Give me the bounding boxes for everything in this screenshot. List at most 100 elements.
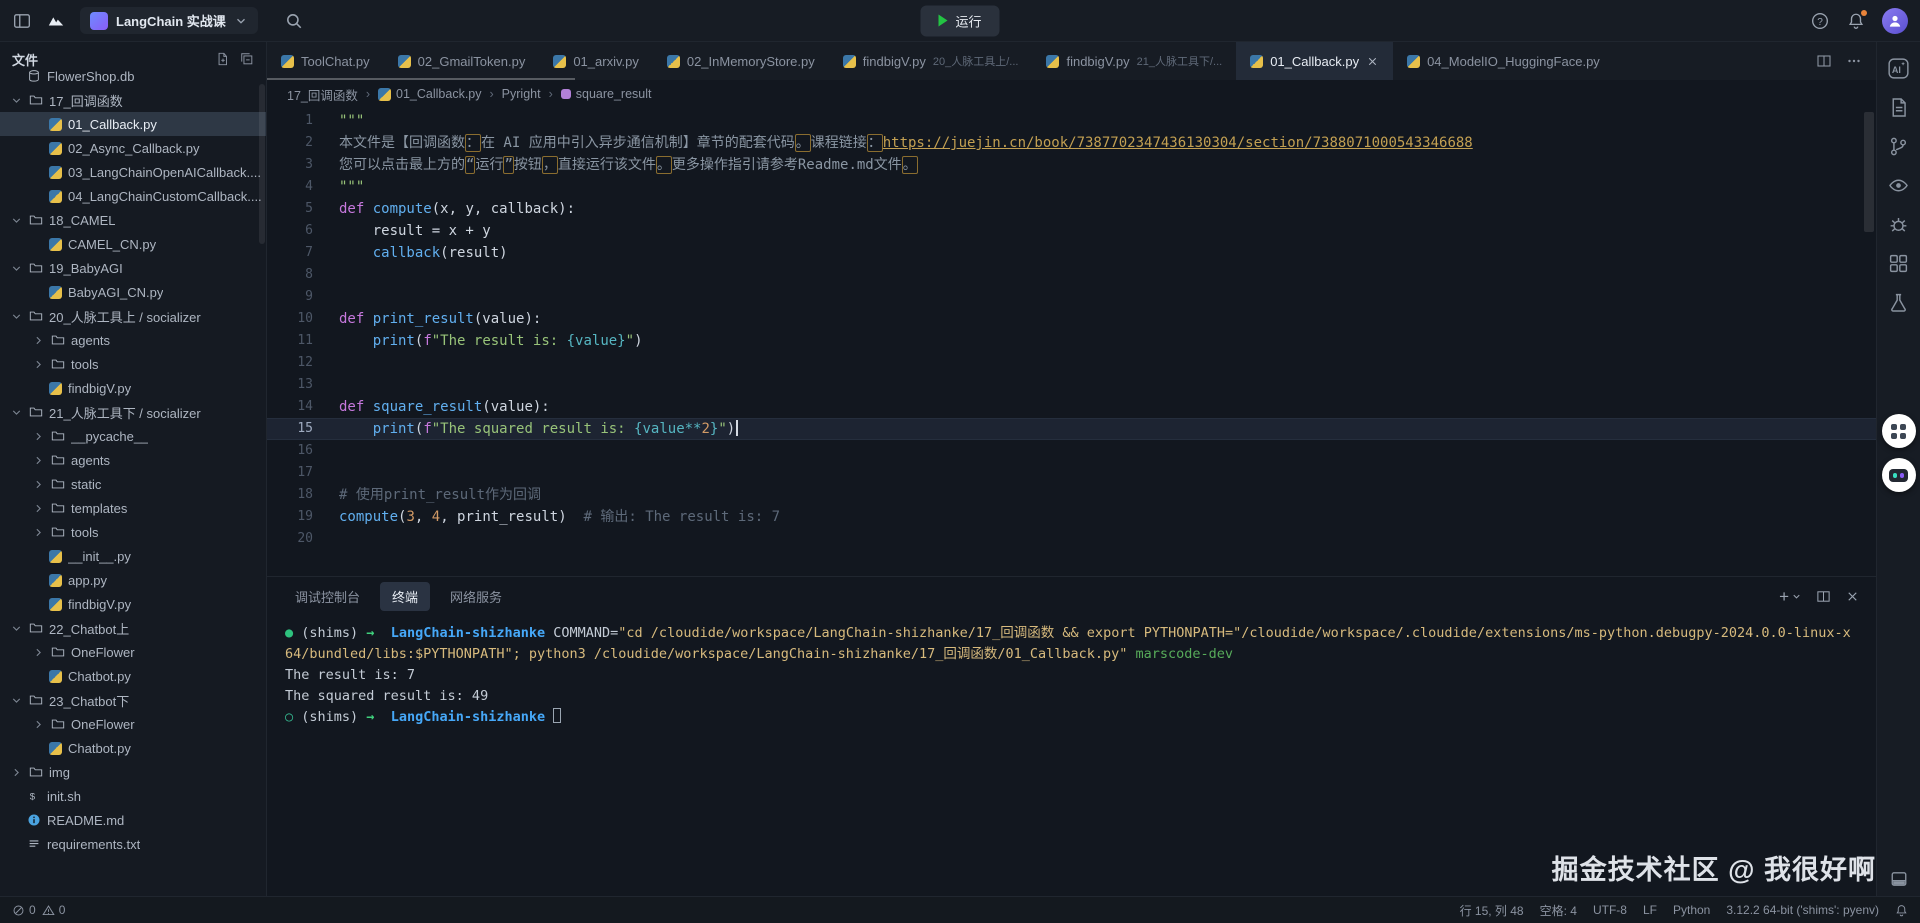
ai-assistant-button[interactable] bbox=[1882, 458, 1916, 492]
tree-folder-row[interactable]: OneFlower bbox=[0, 640, 266, 664]
status-item[interactable]: 3.12.2 64-bit ('shims': pyenv) bbox=[1726, 903, 1879, 917]
code-line[interactable]: 4""" bbox=[267, 176, 1876, 198]
code-line[interactable]: 15 print(f"The squared result is: {value… bbox=[267, 418, 1876, 440]
tree-folder-row[interactable]: 18_CAMEL bbox=[0, 208, 266, 232]
sidebar-toggle-icon[interactable] bbox=[12, 11, 32, 31]
close-tab-icon[interactable] bbox=[1366, 55, 1379, 68]
editor-tab[interactable]: findbigV.py20_人脉工具上/... bbox=[829, 42, 1033, 80]
editor-tab[interactable]: 02_GmailToken.py bbox=[384, 42, 540, 80]
tree-folder-row[interactable]: 21_人脉工具下 / socializer bbox=[0, 400, 266, 424]
tree-file-row[interactable]: findbigV.py bbox=[0, 376, 266, 400]
tree-file-row[interactable]: $init.sh bbox=[0, 784, 266, 808]
tree-folder-row[interactable]: tools bbox=[0, 352, 266, 376]
status-item[interactable]: Python bbox=[1673, 903, 1710, 917]
code-line[interactable]: 19compute(3, 4, print_result) # 输出: The … bbox=[267, 506, 1876, 528]
report-icon[interactable] bbox=[1888, 97, 1909, 118]
tree-folder-row[interactable]: 17_回调函数 bbox=[0, 88, 266, 112]
tree-file-row[interactable]: app.py bbox=[0, 568, 266, 592]
tree-file-row[interactable]: FlowerShop.db bbox=[0, 64, 266, 88]
tree-file-row[interactable]: 02_Async_Callback.py bbox=[0, 136, 266, 160]
code-line[interactable]: 8 bbox=[267, 264, 1876, 286]
tree-file-row[interactable]: CAMEL_CN.py bbox=[0, 232, 266, 256]
tree-folder-row[interactable]: templates bbox=[0, 496, 266, 520]
code-line[interactable]: 17 bbox=[267, 462, 1876, 484]
editor-tab[interactable]: ToolChat.py bbox=[267, 42, 384, 80]
user-avatar[interactable] bbox=[1882, 8, 1908, 34]
help-icon[interactable]: ? bbox=[1810, 11, 1830, 31]
problems-warnings[interactable]: 0 bbox=[42, 903, 66, 917]
new-terminal-button[interactable]: + bbox=[1779, 588, 1802, 605]
tree-file-row[interactable]: README.md bbox=[0, 808, 266, 832]
sidebar-scrollbar[interactable] bbox=[259, 84, 265, 244]
tree-file-row[interactable]: 01_Callback.py bbox=[0, 112, 266, 136]
ai-icon[interactable]: AI bbox=[1888, 58, 1909, 79]
tree-folder-row[interactable]: static bbox=[0, 472, 266, 496]
beaker-icon[interactable] bbox=[1888, 292, 1909, 313]
breadcrumb-item[interactable]: square_result bbox=[561, 87, 652, 101]
code-line[interactable]: 5def compute(x, y, callback): bbox=[267, 198, 1876, 220]
editor-tab[interactable]: findbigV.py21_人脉工具下/... bbox=[1032, 42, 1236, 80]
workspace-switcher[interactable]: LangChain 实战课 bbox=[80, 7, 258, 34]
code-line[interactable]: 11 print(f"The result is: {value}") bbox=[267, 330, 1876, 352]
tree-file-row[interactable]: __init__.py bbox=[0, 544, 266, 568]
tree-file-row[interactable]: Chatbot.py bbox=[0, 664, 266, 688]
panel-tab-网络服务[interactable]: 网络服务 bbox=[438, 582, 514, 611]
eye-icon[interactable] bbox=[1888, 175, 1909, 196]
code-editor[interactable]: 1"""2本文件是【回调函数：在 AI 应用中引入异步通信机制】章节的配套代码。… bbox=[267, 108, 1876, 576]
breadcrumb-item[interactable]: 01_Callback.py bbox=[378, 87, 481, 101]
search-icon[interactable] bbox=[284, 11, 304, 31]
tree-folder-row[interactable]: OneFlower bbox=[0, 712, 266, 736]
open-panel-icon[interactable] bbox=[1890, 870, 1908, 888]
tabbar-scrollbar[interactable] bbox=[267, 78, 575, 80]
tree-folder-row[interactable]: tools bbox=[0, 520, 266, 544]
tree-folder-row[interactable]: img bbox=[0, 760, 266, 784]
status-item[interactable]: UTF-8 bbox=[1593, 903, 1627, 917]
quick-apps-button[interactable] bbox=[1882, 414, 1916, 448]
panel-tab-终端[interactable]: 终端 bbox=[380, 582, 430, 611]
git-branch-icon[interactable] bbox=[1888, 136, 1909, 157]
status-item[interactable]: LF bbox=[1643, 903, 1657, 917]
code-line[interactable]: 10def print_result(value): bbox=[267, 308, 1876, 330]
editor-tab[interactable]: 01_Callback.py bbox=[1236, 42, 1393, 80]
run-button[interactable]: 运行 bbox=[920, 5, 999, 36]
code-line[interactable]: 9 bbox=[267, 286, 1876, 308]
breadcrumb-item[interactable]: Pyright bbox=[502, 87, 541, 101]
tree-folder-row[interactable]: 23_Chatbot下 bbox=[0, 688, 266, 712]
split-terminal-icon[interactable] bbox=[1816, 589, 1831, 604]
more-actions-icon[interactable] bbox=[1846, 53, 1862, 69]
tree-file-row[interactable]: Chatbot.py bbox=[0, 736, 266, 760]
code-line[interactable]: 12 bbox=[267, 352, 1876, 374]
code-line[interactable]: 18# 使用print_result作为回调 bbox=[267, 484, 1876, 506]
tree-folder-row[interactable]: 19_BabyAGI bbox=[0, 256, 266, 280]
code-line[interactable]: 6 result = x + y bbox=[267, 220, 1876, 242]
status-bell-icon[interactable] bbox=[1895, 904, 1908, 917]
status-item[interactable]: 行 15, 列 48 bbox=[1460, 902, 1524, 919]
editor-tab[interactable]: 02_InMemoryStore.py bbox=[653, 42, 829, 80]
code-line[interactable]: 1""" bbox=[267, 110, 1876, 132]
tree-file-row[interactable]: findbigV.py bbox=[0, 592, 266, 616]
tree-folder-row[interactable]: agents bbox=[0, 448, 266, 472]
code-line[interactable]: 3您可以点击最上方的“运行”按钮，直接运行该文件。更多操作指引请参考Readme… bbox=[267, 154, 1876, 176]
code-line[interactable]: 2本文件是【回调函数：在 AI 应用中引入异步通信机制】章节的配套代码。课程链接… bbox=[267, 132, 1876, 154]
panel-tab-调试控制台[interactable]: 调试控制台 bbox=[283, 582, 372, 611]
editor-tab[interactable]: 01_arxiv.py bbox=[539, 42, 653, 80]
tree-file-row[interactable]: 03_LangChainOpenAICallback.... bbox=[0, 160, 266, 184]
tree-file-row[interactable]: requirements.txt bbox=[0, 832, 266, 856]
tree-file-row[interactable]: 04_LangChainCustomCallback.... bbox=[0, 184, 266, 208]
split-editor-icon[interactable] bbox=[1816, 53, 1832, 69]
code-line[interactable]: 13 bbox=[267, 374, 1876, 396]
close-panel-icon[interactable] bbox=[1845, 589, 1860, 604]
code-line[interactable]: 14def square_result(value): bbox=[267, 396, 1876, 418]
breadcrumb-item[interactable]: 17_回调函数 bbox=[287, 85, 358, 104]
code-line[interactable]: 16 bbox=[267, 440, 1876, 462]
grid-icon[interactable] bbox=[1888, 253, 1909, 274]
bug-icon[interactable] bbox=[1888, 214, 1909, 235]
tree-folder-row[interactable]: agents bbox=[0, 328, 266, 352]
editor-scrollbar[interactable] bbox=[1864, 112, 1874, 232]
problems-errors[interactable]: 0 bbox=[12, 903, 36, 917]
code-line[interactable]: 7 callback(result) bbox=[267, 242, 1876, 264]
tree-file-row[interactable]: BabyAGI_CN.py bbox=[0, 280, 266, 304]
notifications-bell-icon[interactable] bbox=[1846, 11, 1866, 31]
tree-folder-row[interactable]: 22_Chatbot上 bbox=[0, 616, 266, 640]
tree-folder-row[interactable]: 20_人脉工具上 / socializer bbox=[0, 304, 266, 328]
